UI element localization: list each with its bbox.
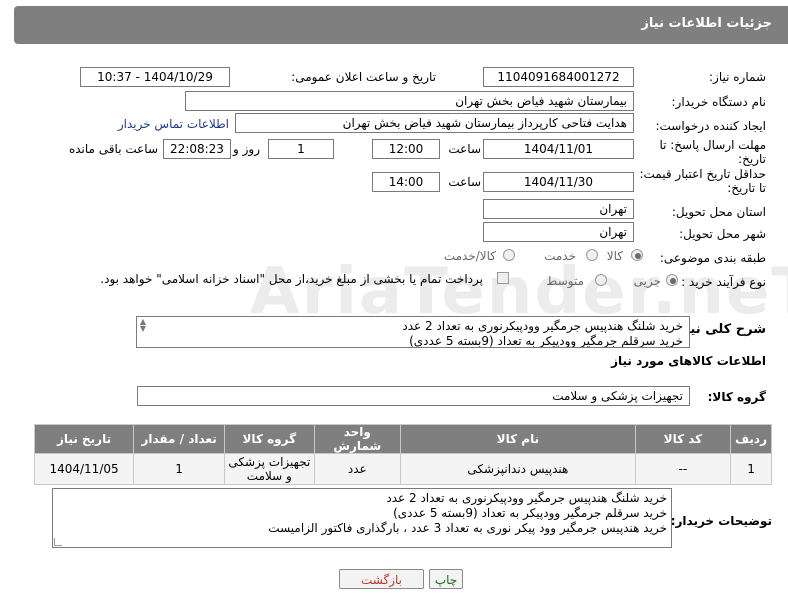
col-code: کد کالا (634, 424, 732, 454)
items-table-header-row: ردیف کد کالا نام کالا واحد شمارش گروه کا… (33, 424, 772, 454)
need-number-label: شماره نیاز: (709, 70, 766, 84)
days-label: روز و (233, 142, 260, 156)
cell-unit: عدد (313, 453, 402, 485)
goods-group-label: گروه کالا: (707, 390, 766, 404)
cell-name: هندپیس دندانپزشکی (400, 453, 636, 485)
process-option-medium: متوسط (546, 274, 584, 288)
min-price-time-label: ساعت (448, 175, 481, 189)
requester-field[interactable]: هدایت فتاحی کارپرداز بیمارستان شهید فیاض… (235, 113, 634, 133)
category-radio-both[interactable] (503, 249, 515, 261)
deadline-date-field[interactable]: 1404/11/01 (483, 139, 634, 159)
col-row: ردیف (730, 424, 772, 454)
min-price-label-2: تا تاریخ: (727, 181, 766, 195)
col-name: نام کالا (400, 424, 636, 454)
print-button[interactable]: چاپ (429, 569, 463, 589)
deadline-label-2: تاریخ: (738, 152, 766, 166)
category-label: طبقه بندی موضوعی: (659, 251, 766, 265)
col-group: گروه کالا (224, 424, 315, 454)
announce-label: تاریخ و ساعت اعلان عمومی: (291, 70, 436, 84)
process-label: نوع فرآیند خرید : (681, 275, 766, 289)
description-textarea[interactable]: خرید شلنگ هندپیس جرمگیر وودپیکرنوری به ت… (136, 316, 690, 348)
col-qty: تعداد / مقدار (133, 424, 226, 454)
remaining-time-field[interactable]: 22:08:23 (163, 139, 231, 159)
items-table: ردیف کد کالا نام کالا واحد شمارش گروه کا… (33, 424, 772, 485)
deadline-time-label: ساعت (448, 142, 481, 156)
min-price-date-field[interactable]: 1404/11/30 (483, 172, 634, 192)
need-number-field[interactable]: 1104091684001272 (483, 67, 634, 87)
payment-note: پرداخت تمام یا بخشی از مبلغ خرید،از محل … (100, 272, 483, 286)
category-option-goods: کالا (606, 249, 623, 263)
buyer-org-label: نام دستگاه خریدار: (671, 95, 767, 109)
description-scroll-icon[interactable]: ▲ ▼ (138, 318, 148, 333)
page-header: جزئیات اطلاعات نیاز (14, 6, 788, 44)
resize-grip-icon[interactable] (54, 538, 62, 546)
province-field[interactable]: تهران (483, 199, 634, 219)
cell-row: 1 (730, 453, 772, 485)
buyer-notes-label: توضیحات خریدار: (670, 514, 772, 528)
remaining-label: ساعت باقی مانده (68, 142, 158, 156)
buyer-notes-textarea[interactable]: خرید شلنگ هندپیس جرمگیر وودپیکرنوری به ت… (52, 488, 672, 548)
process-radio-minor[interactable] (666, 274, 678, 286)
process-option-minor: جزیی (633, 274, 661, 288)
deadline-label-1: مهلت ارسال پاسخ: تا (659, 138, 766, 152)
contact-info-link[interactable]: اطلاعات تماس خریدار (118, 117, 229, 131)
province-label: استان محل تحویل: (671, 205, 766, 219)
cell-date: 1404/11/05 (33, 453, 135, 485)
min-price-label-1: حداقل تاریخ اعتبار قیمت: (639, 167, 766, 181)
treasury-payment-checkbox[interactable] (497, 272, 509, 284)
back-button[interactable]: بازگشت (339, 569, 424, 589)
city-label: شهر محل تحویل: (679, 227, 766, 241)
buyer-org-field[interactable]: بیمارستان شهید فیاض بخش تهران (185, 91, 634, 111)
days-field[interactable]: 1 (268, 139, 334, 159)
city-field[interactable]: تهران (483, 222, 634, 242)
category-option-both: کالا/خدمت (443, 249, 496, 263)
process-radio-medium[interactable] (595, 274, 607, 286)
cell-group: تجهیزات پزشکی و سلامت (224, 453, 315, 485)
col-date: تاریخ نیاز (33, 424, 135, 454)
deadline-time-field[interactable]: 12:00 (372, 139, 440, 159)
goods-group-field[interactable]: تجهیزات پزشکی و سلامت (137, 386, 690, 406)
goods-info-title: اطلاعات کالاهای مورد نیاز (611, 354, 766, 368)
category-radio-goods[interactable] (631, 249, 643, 261)
requester-label: ایجاد کننده درخواست: (655, 119, 766, 133)
page-title: جزئیات اطلاعات نیاز (641, 16, 772, 31)
col-unit: واحد شمارش (313, 424, 402, 454)
cell-qty: 1 (133, 453, 226, 485)
cell-code: -- (634, 453, 732, 485)
category-option-service: خدمت (544, 249, 576, 263)
announce-field[interactable]: 1404/10/29 - 10:37 (80, 67, 230, 87)
min-price-time-field[interactable]: 14:00 (372, 172, 440, 192)
table-row: 1 -- هندپیس دندانپزشکی عدد تجهیزات پزشکی… (33, 453, 772, 485)
category-radio-service[interactable] (586, 249, 598, 261)
